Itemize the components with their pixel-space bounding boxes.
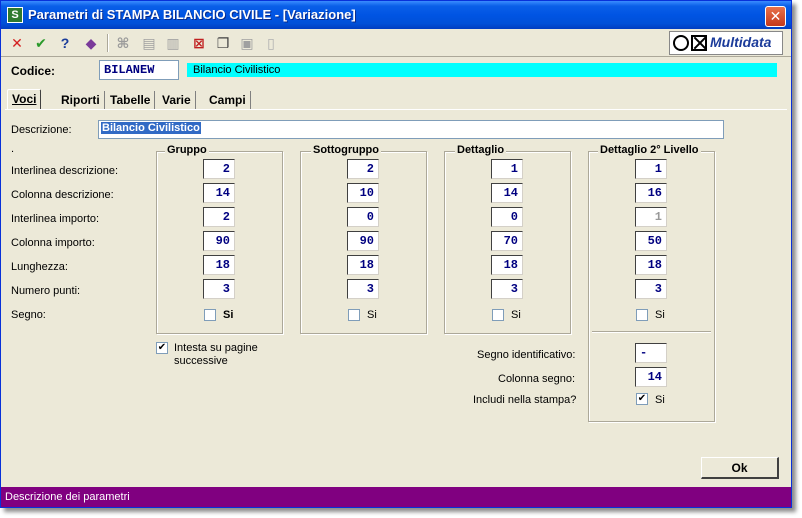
- includi-stampa-checkbox[interactable]: ✔: [636, 393, 648, 405]
- tab-riporti[interactable]: Riporti: [57, 91, 105, 109]
- dettaglio-numero-punti-field[interactable]: 3: [491, 279, 523, 299]
- paste-icon[interactable]: ▣: [237, 33, 257, 53]
- dot-label: .: [11, 143, 15, 155]
- sottogruppo-segno-label: Si: [367, 309, 377, 321]
- tab-strip: Voci Riporti Tabelle Varie Campi: [5, 89, 785, 110]
- intesta-label-line2: successive: [174, 355, 228, 367]
- dettaglio2-segno-label: Si: [655, 309, 665, 321]
- sottogruppo-segno-checkbox[interactable]: [348, 309, 360, 321]
- multidata-logo: Multidata: [669, 31, 783, 55]
- row-label-numero-punti: Numero punti:: [11, 285, 81, 297]
- dettaglio2-colonna-importo-field[interactable]: 50: [635, 231, 667, 251]
- sottogruppo-colonna-importo-field[interactable]: 90: [347, 231, 379, 251]
- segno-identificativo-label: Segno identificativo:: [477, 349, 576, 361]
- dettaglio-colonna-importo-field[interactable]: 70: [491, 231, 523, 251]
- codice-description: Bilancio Civilistico: [187, 63, 777, 77]
- tab-campi[interactable]: Campi: [205, 91, 251, 109]
- intesta-label-line1: Intesta su pagine: [174, 342, 258, 354]
- status-bar: Descrizione dei parametri: [1, 487, 791, 507]
- print-icon[interactable]: ▤: [139, 33, 159, 53]
- dettaglio-segno-label: Si: [511, 309, 521, 321]
- row-label-colonna-descrizione: Colonna descrizione:: [11, 189, 114, 201]
- logo-cross-box-icon: [691, 35, 707, 51]
- gruppo-numero-punti-field[interactable]: 3: [203, 279, 235, 299]
- confirm-icon[interactable]: ✔: [31, 33, 51, 53]
- gruppo-interlinea-descrizione-field[interactable]: 2: [203, 159, 235, 179]
- dettaglio-lunghezza-field[interactable]: 18: [491, 255, 523, 275]
- group-gruppo-title: Gruppo: [165, 144, 209, 156]
- gruppo-lunghezza-field[interactable]: 18: [203, 255, 235, 275]
- colonna-segno-field[interactable]: 14: [635, 367, 667, 387]
- dettaglio-interlinea-importo-field[interactable]: 0: [491, 207, 523, 227]
- dettaglio-segno-checkbox[interactable]: [492, 309, 504, 321]
- dettaglio2-colonna-descrizione-field[interactable]: 16: [635, 183, 667, 203]
- row-label-interlinea-descrizione: Interlinea descrizione:: [11, 165, 119, 177]
- copy-icon[interactable]: ❐: [213, 33, 233, 53]
- descrizione-label: Descrizione:: [11, 124, 72, 136]
- tab-tabelle[interactable]: Tabelle: [106, 91, 156, 109]
- logo-text: Multidata: [710, 34, 772, 50]
- dettaglio2-lunghezza-field[interactable]: 18: [635, 255, 667, 275]
- close-button[interactable]: ✕: [765, 6, 786, 27]
- sottogruppo-interlinea-importo-field[interactable]: 0: [347, 207, 379, 227]
- sottogruppo-interlinea-descrizione-field[interactable]: 2: [347, 159, 379, 179]
- row-label-interlinea-importo: Interlinea importo:: [11, 213, 100, 225]
- window-title: Parametri di STAMPA BILANCIO CIVILE - [V…: [28, 7, 356, 22]
- colonna-segno-label: Colonna segno:: [498, 373, 576, 385]
- row-label-lunghezza: Lunghezza:: [11, 261, 68, 273]
- gruppo-colonna-descrizione-field[interactable]: 14: [203, 183, 235, 203]
- title-bar[interactable]: S Parametri di STAMPA BILANCIO CIVILE - …: [1, 1, 791, 29]
- gruppo-colonna-importo-field[interactable]: 90: [203, 231, 235, 251]
- segno-identificativo-field[interactable]: -: [635, 343, 667, 363]
- delete-record-icon[interactable]: ⊠: [189, 33, 209, 53]
- row-label-colonna-importo: Colonna importo:: [11, 237, 95, 249]
- group-dettaglio-title: Dettaglio: [455, 144, 507, 156]
- includi-stampa-check-label: Si: [655, 394, 665, 406]
- dettaglio-colonna-descrizione-field[interactable]: 14: [491, 183, 523, 203]
- tab-varie[interactable]: Varie: [158, 91, 196, 109]
- descrizione-value: Bilancio Civilistico: [101, 122, 201, 134]
- code-row: Codice: BILANEW Bilancio Civilistico: [1, 58, 791, 82]
- gruppo-segno-label: Si: [223, 309, 234, 321]
- row-label-segno: Segno:: [11, 309, 46, 321]
- main-window: S Parametri di STAMPA BILANCIO CIVILE - …: [0, 0, 792, 508]
- book-icon[interactable]: ◆: [81, 33, 101, 53]
- help-icon[interactable]: ?: [55, 33, 75, 53]
- sottogruppo-numero-punti-field[interactable]: 3: [347, 279, 379, 299]
- tab-voci[interactable]: Voci: [7, 89, 42, 110]
- dettaglio2-segno-checkbox[interactable]: [636, 309, 648, 321]
- app-icon: S: [7, 7, 23, 23]
- binoculars-icon[interactable]: ⌘: [113, 33, 133, 53]
- descrizione-input[interactable]: Bilancio Civilistico: [98, 120, 724, 139]
- group-dettaglio-2-livello-title: Dettaglio 2° Livello: [598, 144, 701, 156]
- intesta-checkbox[interactable]: ✔: [156, 342, 168, 354]
- group-separator: [592, 331, 711, 333]
- new-document-icon[interactable]: ▯: [261, 33, 281, 53]
- cancel-icon[interactable]: ✕: [7, 33, 27, 53]
- dettaglio-interlinea-descrizione-field[interactable]: 1: [491, 159, 523, 179]
- gruppo-interlinea-importo-field[interactable]: 2: [203, 207, 235, 227]
- gruppo-segno-checkbox[interactable]: [204, 309, 216, 321]
- dettaglio2-numero-punti-field[interactable]: 3: [635, 279, 667, 299]
- codice-label: Codice:: [11, 64, 56, 78]
- sottogruppo-lunghezza-field[interactable]: 18: [347, 255, 379, 275]
- print-preview-icon[interactable]: ▥: [163, 33, 183, 53]
- codice-input[interactable]: BILANEW: [99, 60, 179, 80]
- toolbar-separator: [107, 34, 109, 52]
- includi-stampa-label: Includi nella stampa?: [473, 394, 577, 406]
- dettaglio2-interlinea-descrizione-field[interactable]: 1: [635, 159, 667, 179]
- dettaglio2-interlinea-importo-field[interactable]: 1: [635, 207, 667, 227]
- group-sottogruppo-title: Sottogruppo: [311, 144, 381, 156]
- sottogruppo-colonna-descrizione-field[interactable]: 10: [347, 183, 379, 203]
- logo-circle-icon: [673, 35, 689, 51]
- ok-button[interactable]: Ok: [701, 457, 779, 479]
